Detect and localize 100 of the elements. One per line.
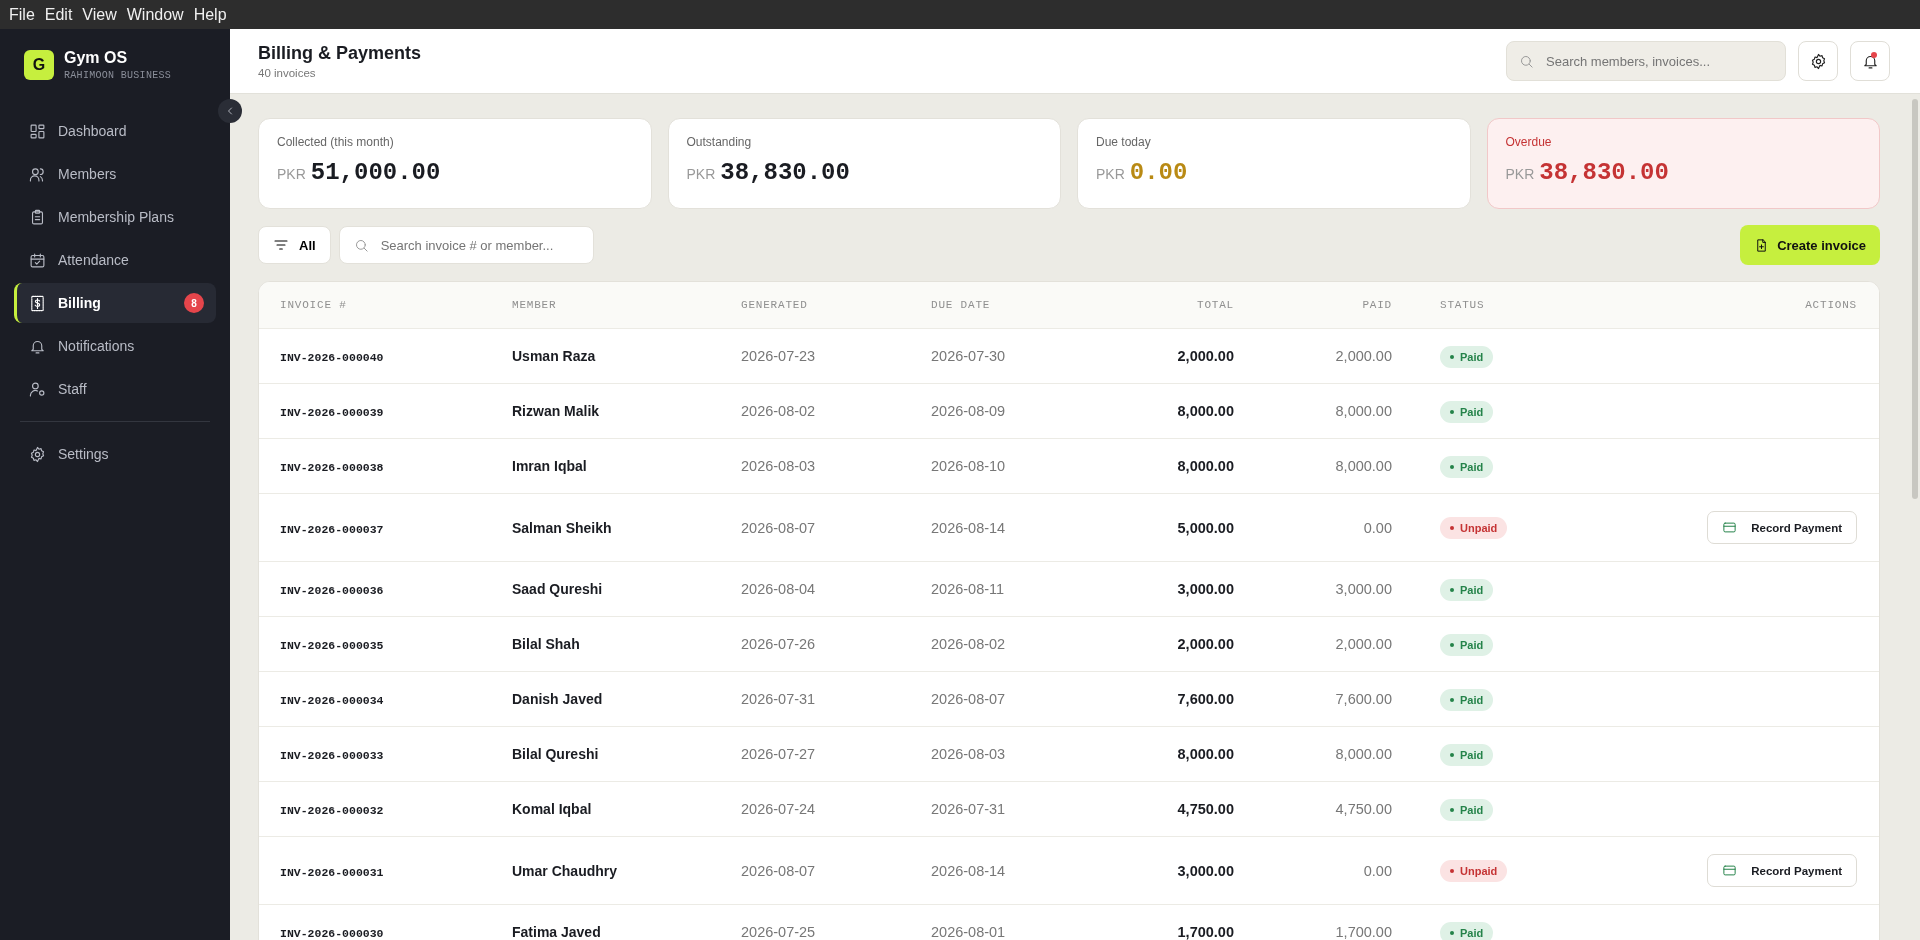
table-cell: 2,000.00 — [1177, 348, 1234, 364]
status-badge: Paid — [1440, 455, 1494, 478]
search-input[interactable]: Search invoice # or member... — [378, 236, 579, 254]
menu-item[interactable]: Edit — [39, 0, 78, 29]
table-cell: Usman Raza — [512, 348, 596, 364]
table-cell: 2026-08-02 — [931, 636, 1006, 652]
table-cell: 8,000.00 — [1177, 458, 1234, 474]
table-cell: INV-2026-000031 — [280, 865, 384, 879]
table-cell: 2026-08-04 — [741, 581, 816, 597]
sidebar-item[interactable]: Notifications — [14, 326, 216, 366]
table-cell: 7,600.00 — [1177, 691, 1234, 707]
record-payment-button[interactable]: Record Payment — [1707, 511, 1857, 544]
sidebar-item[interactable]: Staff — [14, 369, 216, 409]
app-logo: G — [24, 50, 54, 80]
stat-value: 38,830.00 — [1539, 159, 1669, 186]
table-cell: 7,600.00 — [1335, 691, 1392, 707]
table-cell: 2026-08-02 — [741, 403, 816, 419]
table-cell: 4,750.00 — [1335, 801, 1392, 817]
table-cell: Fatima Javed — [512, 924, 601, 940]
table-cell: Rizwan Malik — [512, 403, 600, 419]
table-cell: 2026-08-03 — [741, 458, 816, 474]
column-header: INVOICE # — [280, 299, 348, 311]
sidebar-item[interactable]: Members — [14, 154, 216, 194]
status-badge: Paid — [1440, 345, 1494, 368]
table-cell: 2026-07-31 — [931, 801, 1006, 817]
status-badge: Paid — [1440, 578, 1494, 601]
menu-item[interactable]: Help — [188, 0, 232, 29]
currency-label: PKR — [277, 166, 306, 182]
settings-icon — [29, 445, 46, 463]
table-cell: 8,000.00 — [1177, 403, 1234, 419]
settings-icon — [1809, 52, 1827, 70]
table-cell: 2026-07-30 — [931, 348, 1006, 364]
table-cell: INV-2026-000038 — [280, 461, 384, 474]
users-icon — [29, 165, 46, 183]
menu-item[interactable]: View — [77, 0, 122, 29]
table-cell: 2026-07-25 — [741, 924, 816, 940]
status-badge: Paid — [1440, 633, 1494, 656]
collapse-button[interactable] — [218, 99, 242, 123]
table-cell: 2,000.00 — [1335, 636, 1392, 652]
table-cell: 2026-08-03 — [931, 746, 1006, 762]
column-header: DUE DATE — [931, 299, 992, 311]
table-cell: 2026-08-01 — [931, 924, 1006, 940]
table-cell: 0.00 — [1363, 862, 1392, 879]
status-badge: Paid — [1440, 798, 1494, 821]
table-cell: 0.00 — [1363, 519, 1392, 536]
column-header: GENERATED — [741, 299, 809, 311]
record-payment-button[interactable]: Record Payment — [1707, 854, 1857, 887]
table-cell: Bilal Qureshi — [512, 746, 599, 762]
table-cell: 8,000.00 — [1335, 458, 1392, 474]
search-icon — [1519, 53, 1534, 69]
create-invoice-button[interactable]: Create invoice — [1740, 225, 1880, 265]
status-badge: Unpaid — [1440, 517, 1508, 539]
grid-icon — [29, 122, 46, 140]
stat-label: Overdue — [1505, 135, 1553, 149]
sidebar-item[interactable]: Billing 8 — [14, 283, 216, 323]
app-name: Gym OS — [64, 49, 129, 67]
table-cell: 2026-08-07 — [741, 862, 816, 879]
table-cell: Saad Qureshi — [512, 581, 603, 597]
table-cell: INV-2026-000032 — [280, 804, 384, 817]
column-header: MEMBER — [512, 299, 558, 311]
card-icon — [1722, 520, 1738, 535]
table-cell: 1,700.00 — [1177, 924, 1234, 940]
table-cell: Umar Chaudhry — [512, 862, 618, 879]
table-cell: INV-2026-000033 — [280, 749, 384, 762]
table-cell: Komal Iqbal — [512, 801, 592, 817]
sidebar-item[interactable]: Membership Plans — [14, 197, 216, 237]
table-cell: 2,000.00 — [1335, 348, 1392, 364]
table-cell: 3,000.00 — [1335, 581, 1392, 597]
settings-button[interactable] — [1798, 41, 1838, 81]
business-name: RAHIMOON BUSINESS — [64, 70, 172, 81]
search-field[interactable]: Search invoice # or member... — [338, 226, 594, 264]
sidebar-item[interactable]: Settings — [14, 434, 216, 474]
page-title: Billing & Payments — [258, 43, 422, 64]
table-cell: 4,750.00 — [1177, 801, 1234, 817]
invoice-count: 40 invoices — [258, 67, 317, 79]
filter-icon — [273, 237, 289, 253]
table-cell: 1,700.00 — [1335, 924, 1392, 940]
status-badge: Unpaid — [1440, 860, 1508, 882]
menu-item[interactable]: File — [4, 0, 40, 29]
menu-item[interactable]: Window — [121, 0, 189, 29]
dollar-icon — [29, 294, 46, 312]
notifications-button[interactable] — [1850, 41, 1890, 81]
table-cell: 2026-07-31 — [741, 691, 816, 707]
stat-label: Collected (this month) — [277, 135, 395, 149]
search-field[interactable]: Search members, invoices... — [1506, 41, 1786, 81]
stat-value: 38,830.00 — [720, 159, 850, 186]
status-badge: Paid — [1440, 921, 1494, 940]
sidebar-item[interactable]: Dashboard — [14, 111, 216, 151]
clipboard-icon — [29, 208, 46, 226]
search-input[interactable]: Search members, invoices... — [1544, 52, 1773, 70]
sidebar-item[interactable]: Attendance — [14, 240, 216, 280]
table-cell: Bilal Shah — [512, 636, 580, 652]
table-cell: 2026-07-26 — [741, 636, 816, 652]
stat-label: Due today — [1096, 135, 1152, 149]
status-badge: Paid — [1440, 688, 1494, 711]
status-badge: Paid — [1440, 743, 1494, 766]
filter-button[interactable]: All — [258, 226, 331, 264]
table-cell: 2,000.00 — [1177, 636, 1234, 652]
table-cell: 5,000.00 — [1177, 519, 1234, 536]
table-cell: 3,000.00 — [1177, 862, 1234, 879]
